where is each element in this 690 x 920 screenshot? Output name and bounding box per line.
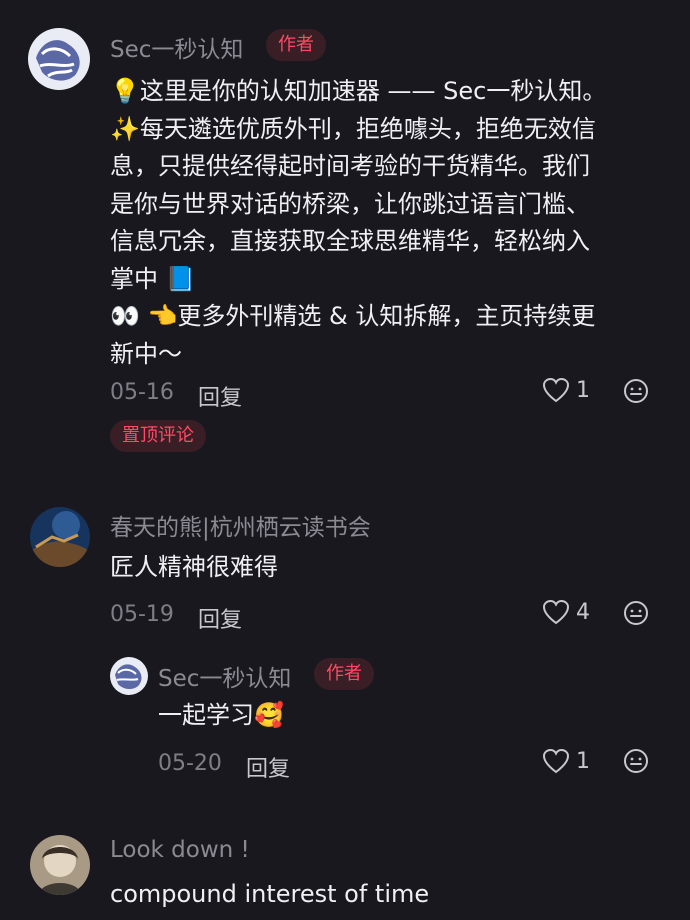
comment-line: ✨每天遴选优质外刊，拒绝噱头，拒绝无效信 — [110, 114, 596, 143]
comment-text: compound interest of time — [110, 880, 430, 908]
pinned-badge: 置顶评论 — [110, 420, 206, 452]
avatar[interactable] — [110, 657, 148, 695]
comment-author[interactable]: 春天的熊|杭州栖云读书会 — [110, 508, 371, 542]
heart-outline-icon — [542, 748, 570, 774]
smiling-face-icon: 🥰 — [254, 701, 284, 729]
comment-text: 一起学习🥰 — [158, 701, 284, 729]
comment-author[interactable]: Sec一秒认知 — [158, 659, 291, 693]
eyes-icon: 👀 — [110, 302, 140, 330]
heart-outline-icon — [542, 377, 570, 403]
like-button[interactable]: 4 — [542, 597, 590, 627]
comment-author[interactable]: Look down ! — [110, 837, 250, 863]
comment-line: 新中～ — [110, 339, 182, 368]
comment-line: 掌中 📘 — [110, 264, 196, 293]
comment-author[interactable]: Sec一秒认知 — [110, 30, 243, 64]
sparkles-icon: ✨ — [110, 114, 140, 143]
pointing-hand-icon: 👈 — [147, 302, 178, 330]
reply-button[interactable]: 回复 — [198, 602, 242, 634]
comment-date: 05-19 — [110, 602, 174, 627]
book-icon: 📘 — [165, 264, 196, 293]
comment-line: 👀 👈更多外刊精选 & 认知拆解，主页持续更 — [110, 302, 596, 330]
avatar[interactable] — [30, 507, 90, 567]
smiley-icon[interactable] — [623, 748, 649, 774]
like-count: 1 — [576, 748, 590, 774]
author-badge: 作者 — [314, 658, 374, 690]
reply-button[interactable]: 回复 — [246, 751, 290, 783]
avatar[interactable] — [28, 28, 90, 90]
heart-outline-icon — [542, 599, 570, 625]
comment-line: 信息冗余，直接获取全球思维精华，轻松纳入 — [110, 227, 590, 255]
like-count: 4 — [576, 599, 590, 625]
like-button[interactable]: 1 — [542, 746, 590, 776]
comment-line: 💡这里是你的认知加速器 —— Sec一秒认知。 — [110, 77, 607, 105]
smiley-icon[interactable] — [623, 600, 649, 626]
like-button[interactable]: 1 — [542, 375, 590, 405]
avatar[interactable] — [30, 835, 90, 895]
comment-line: 是你与世界对话的桥梁，让你跳过语言门槛、 — [110, 189, 590, 218]
comment-date: 05-20 — [158, 751, 222, 776]
lightbulb-icon: 💡 — [110, 77, 140, 105]
comment-line: 息，只提供经得起时间考验的干货精华。我们 — [110, 152, 590, 180]
like-count: 1 — [576, 377, 590, 403]
comment-date: 05-16 — [110, 380, 174, 405]
author-badge: 作者 — [266, 29, 326, 61]
smiley-icon[interactable] — [623, 378, 649, 404]
reply-button[interactable]: 回复 — [198, 380, 242, 412]
comment-text: 💡这里是你的认知加速器 —— Sec一秒认知。 ✨每天遴选优质外刊，拒绝噱头，拒… — [110, 73, 606, 373]
comment-text: 匠人精神很难得 — [110, 553, 278, 581]
